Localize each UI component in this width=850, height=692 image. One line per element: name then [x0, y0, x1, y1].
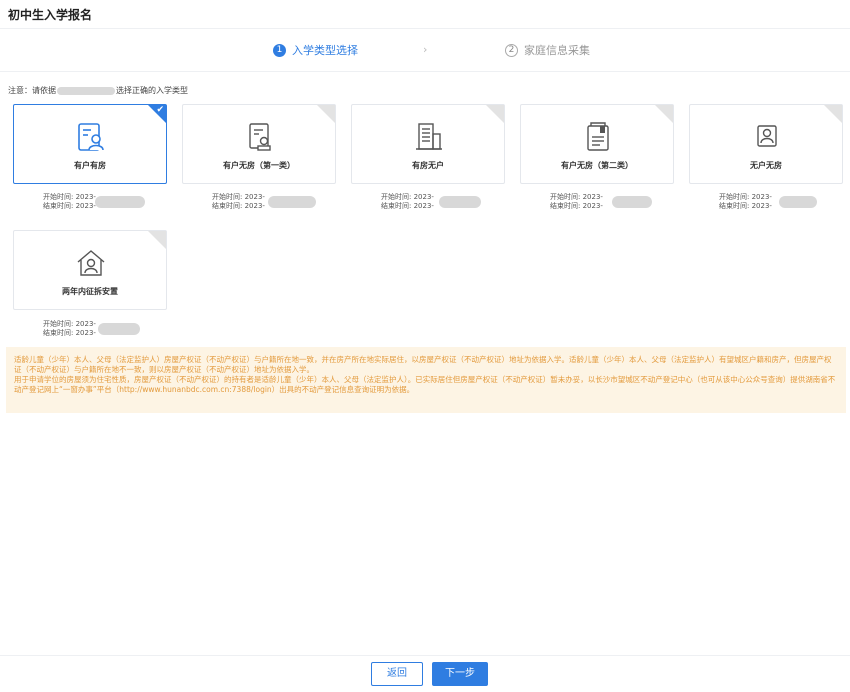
- page-title: 初中生入学报名: [8, 8, 93, 22]
- card-5-time-range: 开始时间: 2023- 结束时间: 2023-: [719, 193, 817, 211]
- certificate-stamp-icon: [249, 123, 271, 151]
- start-time: 开始时间: 2023-: [43, 193, 96, 201]
- back-button[interactable]: 返回: [371, 662, 423, 686]
- policy-text-2: 用于申请学位的房屋须为住宅性质，房屋产权证（不动产权证）的持有者是适龄儿童（少年…: [14, 375, 836, 394]
- admission-type-card-5[interactable]: 无户无房: [689, 104, 843, 184]
- card-3-time-range: 开始时间: 2023- 结束时间: 2023-: [381, 193, 481, 211]
- notice-text: 注意：请依据 选择正确的入学类型: [8, 85, 188, 96]
- admission-type-card-3[interactable]: 有房无户: [351, 104, 505, 184]
- step-2-label: 家庭信息采集: [524, 44, 590, 57]
- chevron-right-icon: ›: [423, 43, 428, 56]
- step-1: 1 入学类型选择: [273, 42, 358, 58]
- step-2-number: 2: [505, 43, 518, 57]
- step-indicator: 1 入学类型选择 › 2 家庭信息采集: [0, 42, 850, 62]
- admission-type-card-4[interactable]: 有户无房（第二类）: [520, 104, 674, 184]
- end-time: 结束时间: 2023-: [43, 329, 96, 337]
- step-2: 2 家庭信息采集: [505, 42, 590, 58]
- booklet-icon: [587, 122, 609, 151]
- card-6-time-range: 开始时间: 2023- 结束时间: 2023-: [43, 320, 140, 338]
- end-time: 结束时间: 2023-: [43, 202, 96, 210]
- end-time: 结束时间: 2023-: [550, 202, 603, 210]
- end-time: 结束时间: 2023-: [212, 202, 265, 210]
- redacted-blur: [95, 196, 145, 208]
- next-step-button[interactable]: 下一步: [432, 662, 488, 686]
- card-label: 有户无房（第二类）: [561, 161, 633, 170]
- card-label: 有户无房（第一类）: [223, 161, 295, 170]
- card-1-time-range: 开始时间: 2023- 结束时间: 2023-: [43, 193, 145, 211]
- policy-notice-box: 适龄儿童（少年）本人、父母（法定监护人）房屋产权证（不动产权证）与户籍所在地一致…: [6, 347, 846, 413]
- card-label: 有房无户: [412, 161, 444, 170]
- card-corner: [148, 231, 166, 249]
- footer-divider: [0, 655, 850, 656]
- step-1-label: 入学类型选择: [292, 44, 358, 57]
- title-divider: [0, 28, 850, 29]
- building-icon: [416, 123, 442, 150]
- card-label: 两年内征拆安置: [62, 287, 118, 296]
- house-person-icon: [77, 250, 105, 276]
- card-label: 无户无房: [750, 161, 782, 170]
- redacted-blur: [268, 196, 316, 208]
- steps-divider: [0, 71, 850, 72]
- card-corner: [486, 105, 504, 123]
- end-time: 结束时间: 2023-: [719, 202, 772, 210]
- admission-type-card-1[interactable]: 有户有房 ✔: [13, 104, 167, 184]
- start-time: 开始时间: 2023-: [381, 193, 434, 201]
- card-4-time-range: 开始时间: 2023- 结束时间: 2023-: [550, 193, 652, 211]
- admission-type-card-2[interactable]: 有户无房（第一类）: [182, 104, 336, 184]
- person-document-icon: [78, 123, 104, 151]
- notice-prefix: 注意：请依据: [8, 86, 56, 95]
- redacted-blur: [57, 86, 115, 95]
- redacted-blur: [98, 323, 140, 335]
- card-corner: [655, 105, 673, 123]
- redacted-blur: [779, 196, 817, 208]
- card-label: 有户有房: [74, 161, 106, 170]
- redacted-blur: [612, 196, 652, 208]
- notice-suffix: 选择正确的入学类型: [116, 86, 188, 95]
- redacted-blur: [439, 196, 481, 208]
- card-2-time-range: 开始时间: 2023- 结束时间: 2023-: [212, 193, 316, 211]
- start-time: 开始时间: 2023-: [719, 193, 772, 201]
- policy-text-1: 适龄儿童（少年）本人、父母（法定监护人）房屋产权证（不动产权证）与户籍所在地一致…: [14, 355, 832, 374]
- card-corner: [317, 105, 335, 123]
- checkmark-icon: ✔: [156, 105, 164, 115]
- admission-type-card-6[interactable]: 两年内征拆安置: [13, 230, 167, 310]
- card-corner: [824, 105, 842, 123]
- start-time: 开始时间: 2023-: [550, 193, 603, 201]
- start-time: 开始时间: 2023-: [43, 320, 96, 328]
- start-time: 开始时间: 2023-: [212, 193, 265, 201]
- person-frame-icon: [757, 125, 777, 147]
- end-time: 结束时间: 2023-: [381, 202, 434, 210]
- step-1-number: 1: [273, 43, 286, 57]
